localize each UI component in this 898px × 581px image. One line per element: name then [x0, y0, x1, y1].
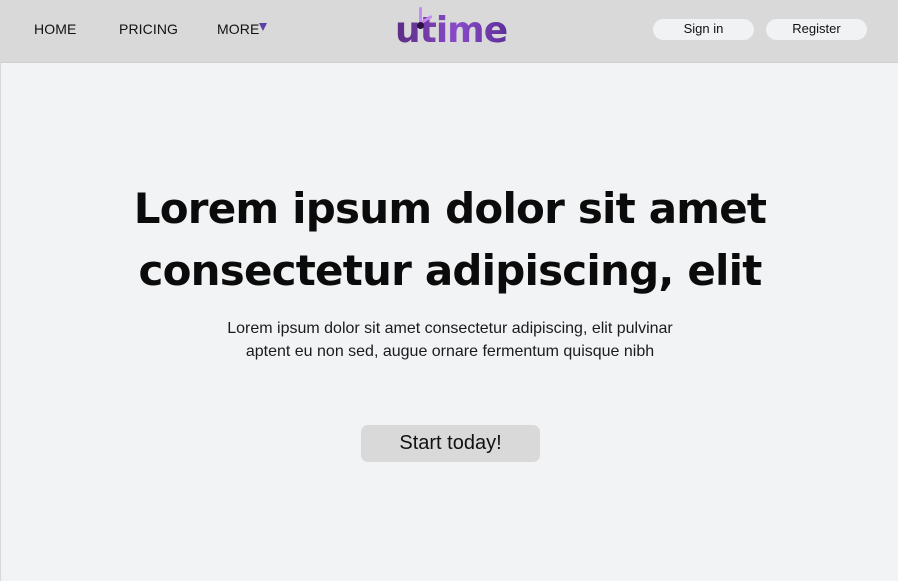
- top-navbar: HOME PRICING MORE utime Sign in Register: [1, 0, 898, 63]
- register-button[interactable]: Register: [766, 19, 867, 40]
- page: HOME PRICING MORE utime Sign in Register…: [0, 0, 898, 581]
- hero-headline-line-2: consectetur adipiscing, elit: [138, 246, 763, 295]
- chevron-down-icon[interactable]: [259, 23, 267, 31]
- nav-pricing-link[interactable]: PRICING: [119, 21, 178, 37]
- start-today-button[interactable]: Start today!: [361, 425, 540, 462]
- nav-home-link[interactable]: HOME: [34, 21, 76, 37]
- hero-subtext-line-2: aptent eu non sed, augue ornare fermentu…: [245, 343, 655, 360]
- sign-in-button[interactable]: Sign in: [653, 19, 754, 40]
- hero-subtext: Lorem ipsum dolor sit amet consectetur a…: [200, 317, 700, 363]
- nav-more-menu[interactable]: MORE: [217, 21, 259, 37]
- hero-headline-line-1: Lorem ipsum dolor sit amet: [133, 184, 767, 233]
- clock-center-dot-icon: [417, 22, 424, 29]
- hero-subtext-line-1: Lorem ipsum dolor sit amet consectetur a…: [227, 320, 673, 337]
- logo-wordmark: utime: [395, 10, 508, 51]
- hero-headline: Lorem ipsum dolor sit amet consectetur a…: [1, 178, 898, 302]
- brand-logo[interactable]: utime: [393, 5, 511, 53]
